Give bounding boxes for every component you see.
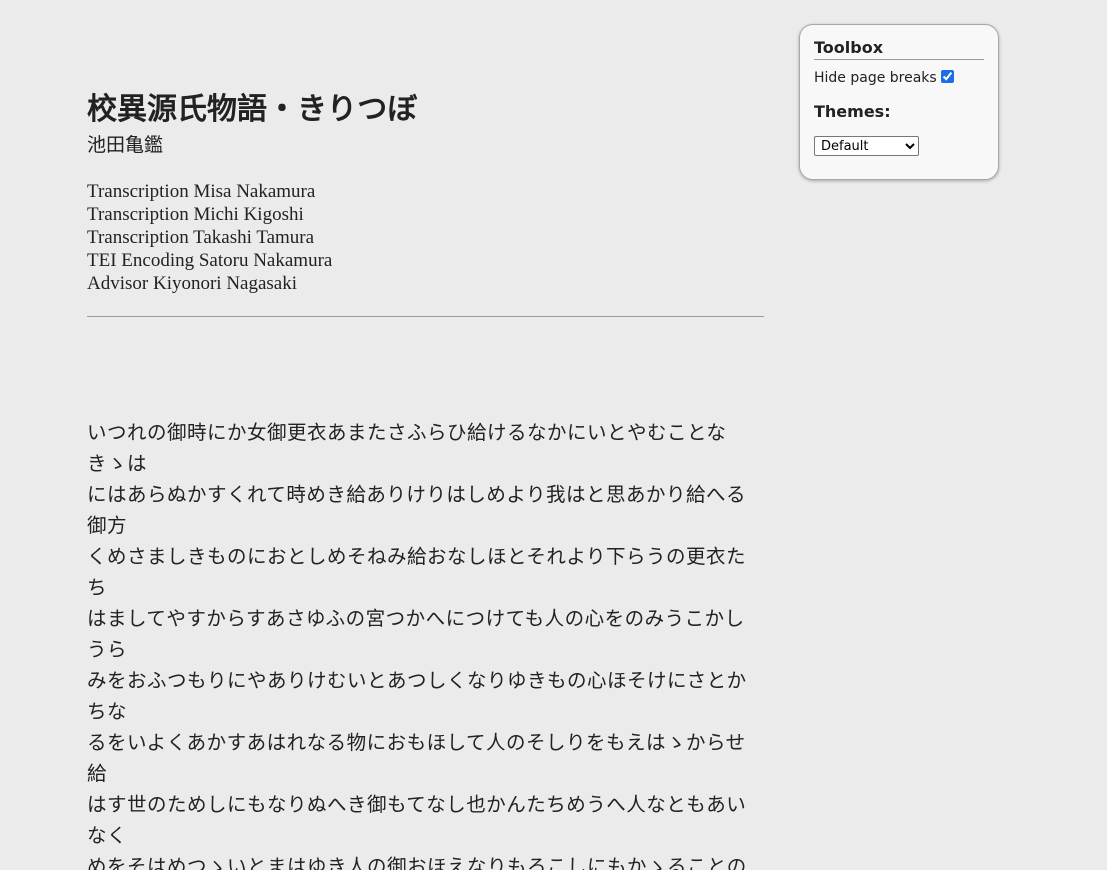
credit-line: TEI Encoding Satoru Nakamura: [87, 250, 333, 271]
document-title: 校異源氏物語・きりつぼ: [87, 92, 418, 127]
page: 校異源氏物語・きりつぼ 池田亀鑑 Transcription Misa Naka…: [0, 0, 1107, 870]
document-author: 池田亀鑑: [87, 134, 164, 156]
text-line: みをおふつもりにやありけむいとあつしくなりゆきもの心ほそけにさとかちな: [87, 669, 747, 723]
credit-line: Transcription Michi Kigoshi: [87, 204, 304, 225]
text-line: くめさましきものにおとしめそねみ給おなしほとそれより下らうの更衣たち: [87, 545, 747, 599]
document-main: 校異源氏物語・きりつぼ 池田亀鑑 Transcription Misa Naka…: [87, 88, 764, 870]
header-divider: [87, 316, 764, 317]
credit-line: Advisor Kiyonori Nagasaki: [87, 273, 298, 294]
toolbox-title: Toolbox: [814, 37, 984, 60]
text-line: にはあらぬかすくれて時めき給ありけりはしめより我はと思あかり給へる御方: [87, 483, 747, 537]
hide-page-breaks-row: Hide page breaks: [814, 69, 984, 87]
credit-line: Transcription Misa Nakamura: [87, 181, 316, 202]
text-line: るをいよくあかすあはれなる物におもほして人のそしりをもえはゝからせ給: [87, 731, 746, 785]
toolbox-panel: Toolbox Hide page breaks Themes: Default: [799, 24, 999, 180]
credit-line: Transcription Takashi Tamura: [87, 227, 315, 248]
text-line: めをそはめつゝいとまはゆき人の御おほえなりもろこしにもかゝることの: [87, 855, 747, 870]
hide-page-breaks-label[interactable]: Hide page breaks: [814, 69, 937, 87]
credits-list: Transcription Misa Nakamura Transcriptio…: [87, 180, 764, 295]
themes-label: Themes:: [814, 102, 891, 121]
document-text: いつれの御時にか女御更衣あまたさふらひ給けるなかにいとやむことなきゝは にはあら…: [87, 417, 764, 870]
text-line: はましてやすからすあさゆふの宮つかへにつけても人の心をのみうこかしうら: [87, 607, 745, 661]
hide-page-breaks-checkbox[interactable]: [940, 69, 954, 83]
text-line: いつれの御時にか女御更衣あまたさふらひ給けるなかにいとやむことなきゝは: [87, 421, 727, 475]
text-line: はす世のためしにもなりぬへき御もてなし也かんたちめうへ人なともあいなく: [87, 793, 747, 847]
theme-select[interactable]: Default: [814, 136, 919, 156]
